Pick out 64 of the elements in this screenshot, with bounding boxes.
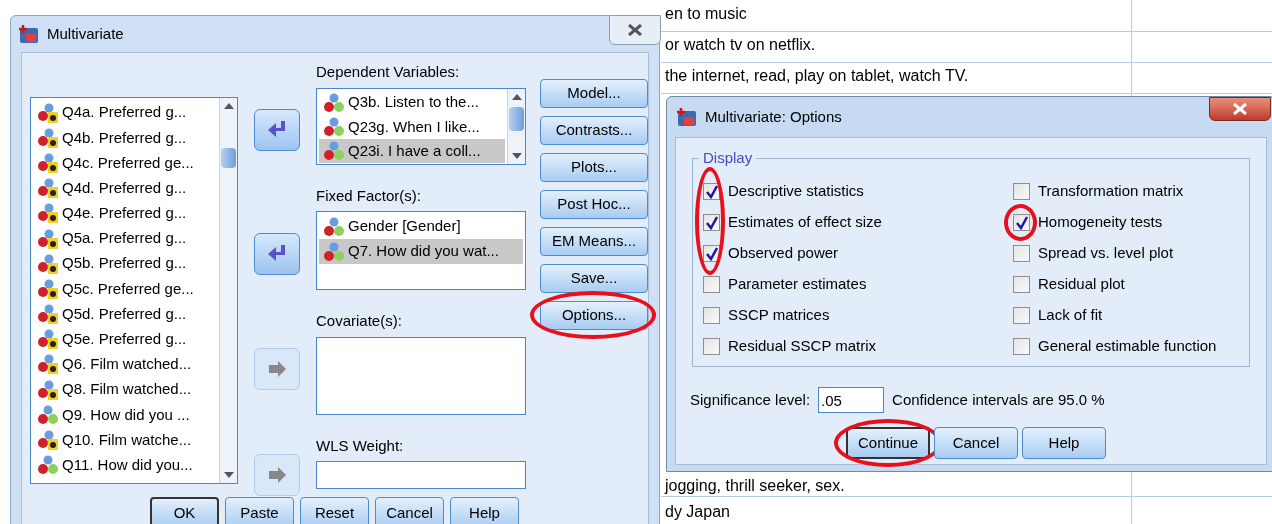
dialog-button[interactable]: Options... [540, 301, 648, 330]
variable-item[interactable]: Q4a. Preferred g... [31, 100, 219, 126]
field-label: Dependent Variables: [316, 62, 461, 82]
dialog-button[interactable]: Help [450, 497, 519, 524]
checkbox-label: Parameter estimates [728, 274, 867, 295]
variable-item[interactable]: Q5e. Preferred g... [31, 326, 219, 352]
dialog-button[interactable]: Post Hoc... [540, 190, 648, 219]
dialog-button[interactable]: Contrasts... [540, 116, 648, 145]
field-label: Covariate(s): [316, 311, 403, 331]
variable-item[interactable]: Q5b. Preferred g... [31, 251, 219, 277]
variable-item[interactable]: Q8. Film watched... [31, 377, 219, 403]
dialog-button[interactable]: EM Means... [540, 227, 648, 256]
target-list[interactable]: Q3b. Listen to the... Q23g. When I like... Q23i. I have a coll... [316, 87, 526, 165]
dialog-button[interactable]: Model... [540, 79, 648, 108]
variable-item[interactable]: Gender [Gender] [319, 214, 523, 239]
confidence-text: Confidence intervals are 95.0 % [892, 389, 1105, 410]
dialog-button[interactable]: Save... [540, 264, 648, 293]
variable-item[interactable]: Q10. Film watche... [31, 427, 219, 453]
variable-item[interactable]: Q23g. When I like... [319, 114, 505, 140]
variable-item[interactable]: Q7. How did you wat... [319, 239, 523, 264]
checkbox-label: Residual plot [1038, 274, 1125, 295]
window-title: Multivariate [47, 23, 124, 44]
variable-item[interactable]: Q5c. Preferred ge... [31, 276, 219, 302]
checkbox-label: Transformation matrix [1038, 181, 1184, 202]
checkbox-label: Observed power [728, 243, 839, 264]
field-label: Fixed Factor(s): [316, 185, 422, 206]
dialog-button[interactable]: Continue [846, 427, 930, 459]
input-field[interactable]: .05 [818, 387, 885, 413]
checkbox-label: Estimates of effect size [728, 212, 882, 233]
variable-item[interactable]: Q9. How did you ... [31, 402, 219, 428]
variable-item[interactable]: Q5a. Preferred g... [31, 225, 219, 252]
variable-item[interactable]: Q4c. Preferred ge... [31, 150, 219, 176]
variable-item[interactable]: Q6. Film watched... [31, 351, 219, 378]
group-label: Display [699, 149, 757, 167]
dialog-button[interactable]: Help [1022, 427, 1106, 459]
checkbox-label: Residual SSCP matrix [728, 336, 877, 357]
variable-item[interactable]: Q4b. Preferred g... [31, 125, 219, 151]
cell-text: the internet, read, play on tablet, watch TV. [665, 66, 969, 86]
dialog-button[interactable]: Cancel [375, 497, 444, 524]
cell-text: or watch tv on netflix. [665, 35, 816, 55]
field-label: Significance level: [690, 389, 811, 410]
window-title: Multivariate: Options [705, 106, 842, 127]
field-label: WLS Weight: [316, 435, 405, 456]
checkbox-label: Lack of fit [1038, 305, 1103, 326]
variable-item[interactable]: Q3b. Listen to the... [319, 90, 505, 115]
cell-text: jogging, thrill seeker, sex. [665, 476, 845, 496]
dialog-button[interactable]: Paste [225, 497, 294, 524]
dialog-button[interactable]: Plots... [540, 153, 648, 182]
checkbox-label: Spread vs. level plot [1038, 243, 1174, 264]
variable-item[interactable]: Q4e. Preferred g... [31, 200, 219, 226]
checkbox-label: General estimable function [1038, 336, 1217, 357]
variable-item[interactable]: Q11. How did you... [31, 452, 219, 478]
checkbox-label: Homogeneity tests [1038, 212, 1163, 233]
variable-item[interactable]: Q4d. Preferred g... [31, 175, 219, 201]
dialog-button[interactable]: OK [150, 497, 219, 524]
cell-text: en to music [665, 4, 747, 24]
variable-item[interactable]: Q23i. I have a coll... [319, 139, 505, 164]
checkbox-label: Descriptive statistics [728, 181, 864, 202]
cell-text: dy Japan [665, 502, 730, 522]
dialog-button[interactable]: Cancel [934, 427, 1018, 459]
checkbox-label: SSCP matrices [728, 305, 830, 326]
target-list[interactable]: Gender [Gender] Q7. How did you wat... [316, 211, 526, 290]
variable-item[interactable]: Q5d. Preferred g... [31, 301, 219, 327]
dialog-button[interactable]: Reset [300, 497, 369, 524]
